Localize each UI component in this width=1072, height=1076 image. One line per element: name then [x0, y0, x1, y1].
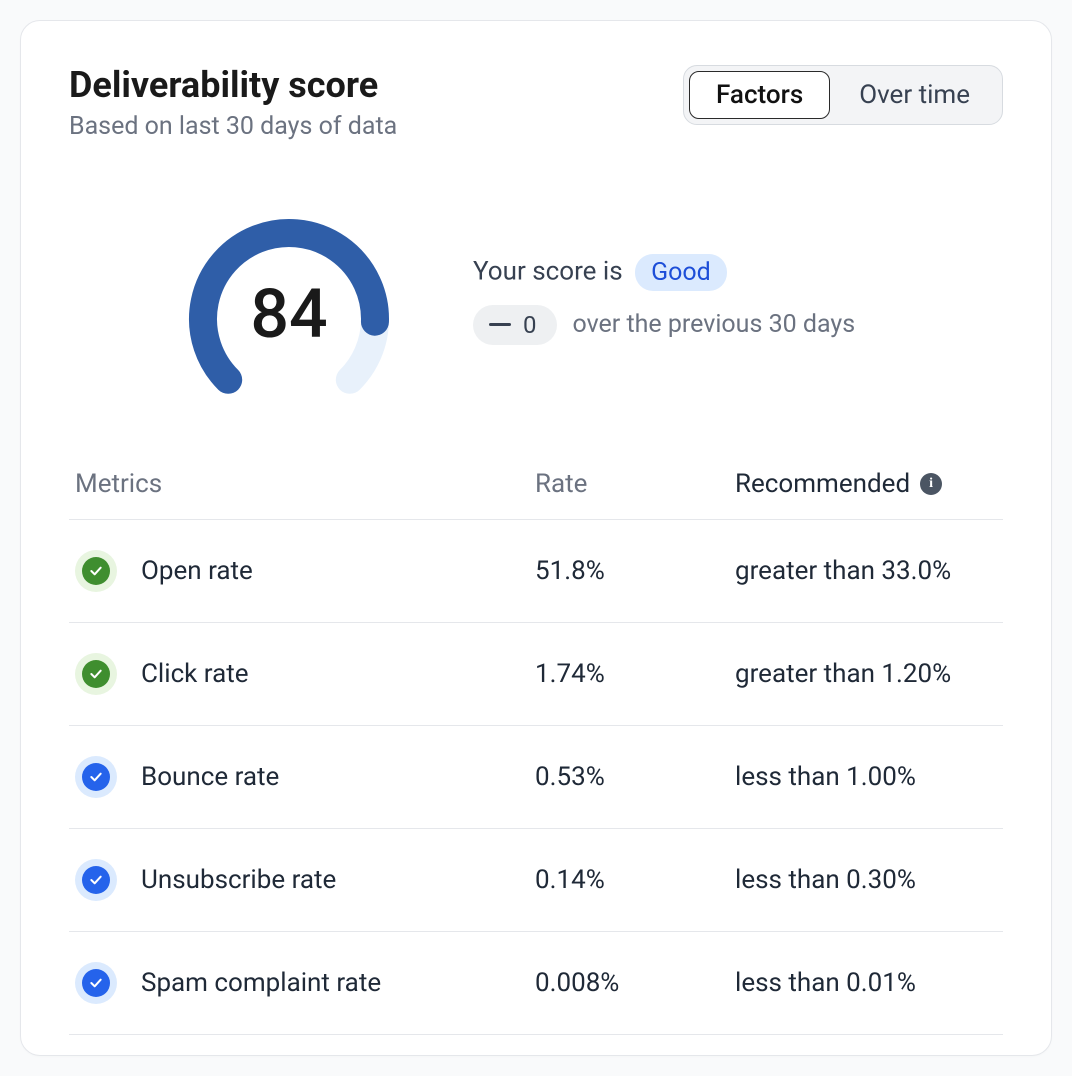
table-header: Metrics Rate Recommended i: [69, 469, 1003, 520]
metric-name: Unsubscribe rate: [141, 865, 336, 895]
metric-name: Click rate: [141, 659, 249, 689]
col-recommended: Recommended i: [735, 469, 997, 499]
score-gauge: 84: [169, 199, 409, 399]
table-row: Spam complaint rate 0.008%less than 0.01%: [69, 932, 1003, 1035]
table-row: Open rate 51.8%greater than 33.0%: [69, 520, 1003, 623]
card-subtitle: Based on last 30 days of data: [69, 112, 397, 141]
tab-over-time[interactable]: Over time: [832, 71, 997, 119]
score-delta-row: 0 over the previous 30 days: [473, 305, 855, 345]
table-row: Bounce rate 0.53%less than 1.00%: [69, 726, 1003, 829]
card-header: Deliverability score Based on last 30 da…: [69, 65, 1003, 141]
status-check-icon: [75, 550, 117, 592]
metric-rate: 0.14%: [535, 865, 735, 895]
title-block: Deliverability score Based on last 30 da…: [69, 65, 397, 141]
status-check-icon: [75, 756, 117, 798]
metric-cell: Spam complaint rate: [75, 962, 535, 1004]
col-rate: Rate: [535, 469, 735, 499]
score-badge: Good: [635, 254, 727, 291]
metric-recommended: greater than 33.0%: [735, 556, 997, 586]
metric-cell: Bounce rate: [75, 756, 535, 798]
no-change-icon: [489, 323, 511, 326]
metric-rate: 51.8%: [535, 556, 735, 586]
card-title: Deliverability score: [69, 65, 397, 106]
score-text-block: Your score is Good 0 over the previous 3…: [473, 254, 855, 345]
metric-recommended: greater than 1.20%: [735, 659, 997, 689]
metric-cell: Open rate: [75, 550, 535, 592]
delta-value: 0: [523, 311, 537, 339]
table-row: Unsubscribe rate 0.14%less than 0.30%: [69, 829, 1003, 932]
metric-cell: Click rate: [75, 653, 535, 695]
status-check-icon: [75, 962, 117, 1004]
metric-cell: Unsubscribe rate: [75, 859, 535, 901]
score-prefix: Your score is: [473, 256, 623, 286]
metrics-table: Metrics Rate Recommended i Open rate 51.8…: [69, 469, 1003, 1035]
metric-recommended: less than 1.00%: [735, 762, 997, 792]
info-icon[interactable]: i: [920, 473, 942, 495]
metric-rate: 0.008%: [535, 968, 735, 998]
score-value: 84: [169, 199, 409, 399]
metric-recommended: less than 0.30%: [735, 865, 997, 895]
col-recommended-label: Recommended: [735, 469, 910, 499]
status-check-icon: [75, 653, 117, 695]
tab-factors[interactable]: Factors: [689, 71, 830, 119]
metric-name: Open rate: [141, 556, 253, 586]
col-metrics: Metrics: [75, 469, 535, 499]
delta-note: over the previous 30 days: [573, 310, 856, 339]
metric-rate: 1.74%: [535, 659, 735, 689]
score-line: Your score is Good: [473, 254, 855, 291]
metric-recommended: less than 0.01%: [735, 968, 997, 998]
score-delta-pill: 0: [473, 305, 557, 345]
score-summary: 84 Your score is Good 0 over the previou…: [169, 199, 1003, 399]
metric-name: Bounce rate: [141, 762, 279, 792]
view-toggle: Factors Over time: [683, 65, 1003, 125]
metric-rate: 0.53%: [535, 762, 735, 792]
status-check-icon: [75, 859, 117, 901]
metric-name: Spam complaint rate: [141, 968, 381, 998]
deliverability-card: Deliverability score Based on last 30 da…: [20, 20, 1052, 1056]
table-row: Click rate 1.74%greater than 1.20%: [69, 623, 1003, 726]
